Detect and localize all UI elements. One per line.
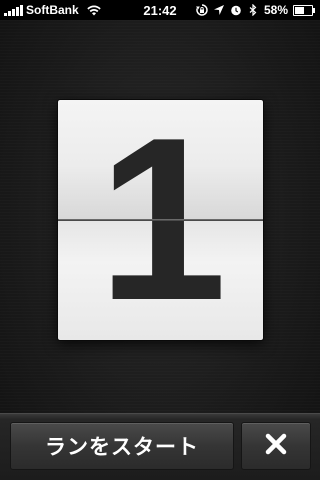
rotation-lock-icon	[195, 4, 208, 16]
bottom-toolbar: ランをスタート	[0, 413, 320, 480]
status-bar: SoftBank 21:42 58%	[0, 0, 320, 20]
start-run-button[interactable]: ランをスタート	[10, 422, 234, 470]
battery-level-fill	[295, 6, 304, 14]
start-run-label: ランをスタート	[45, 435, 199, 459]
battery-percent: 58%	[263, 3, 288, 17]
location-arrow-icon	[213, 4, 225, 16]
countdown-flip-card: 1 1	[58, 100, 263, 340]
bluetooth-icon	[247, 3, 259, 17]
close-button[interactable]	[241, 422, 311, 470]
flip-card-top-half: 1	[58, 100, 263, 219]
countdown-screen: SoftBank 21:42 58% ランをスタート	[0, 0, 320, 480]
countdown-digit-bottom: 1	[58, 221, 263, 340]
battery-icon	[293, 4, 315, 16]
close-icon	[265, 433, 287, 459]
flip-card-bottom-half: 1	[58, 221, 263, 340]
countdown-digit-top: 1	[58, 100, 263, 219]
alarm-clock-icon	[230, 4, 242, 16]
